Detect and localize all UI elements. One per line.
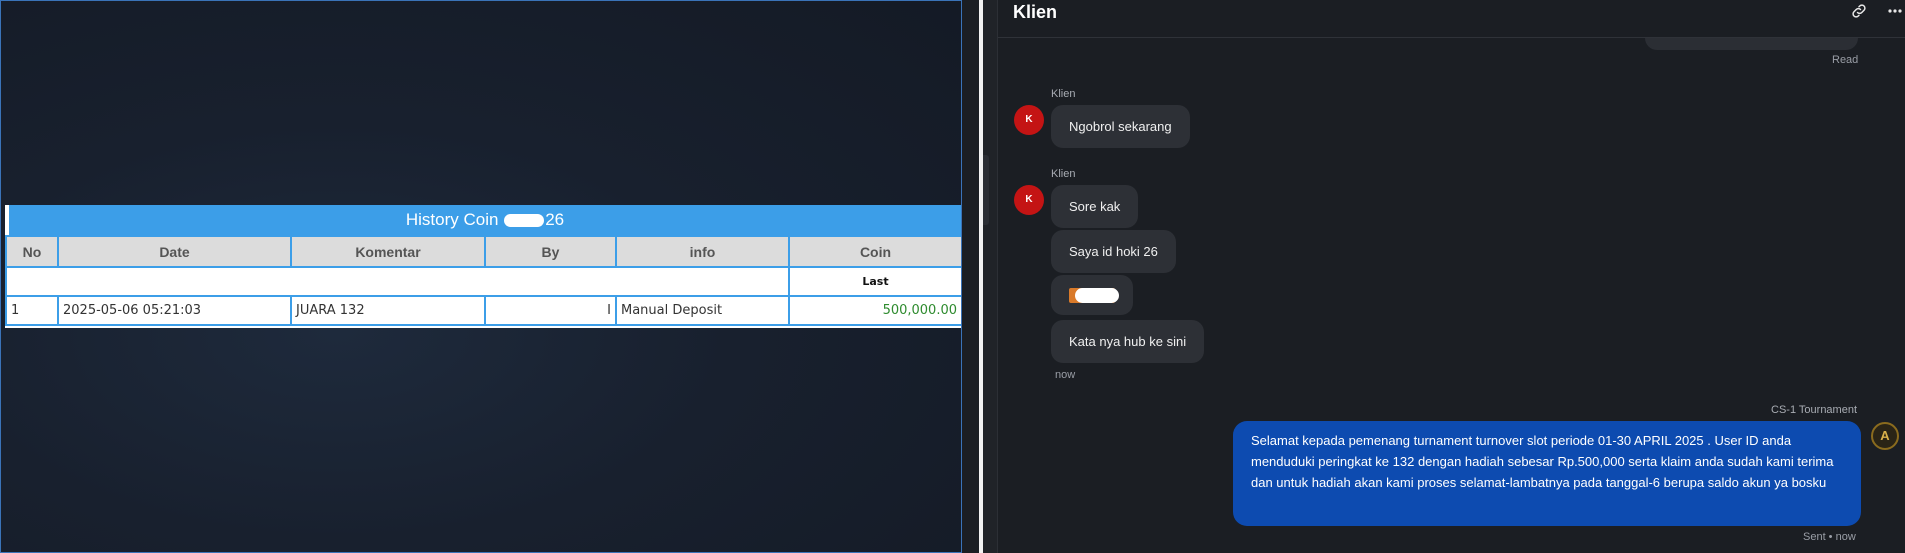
image-message-bubble[interactable] [1051,275,1133,315]
history-table-title: History Coin 26 [5,205,961,235]
chat-panel: Klien Read Klien K Ngobrol sekarang Klie… [998,0,1905,553]
table-header-row: No Date Komentar By info Coin [5,235,961,268]
column-header-by[interactable]: By [484,235,617,268]
cell-info: Manual Deposit [615,295,790,326]
history-table: No Date Komentar By info Coin Last 1 202… [5,235,961,326]
chat-title: Klien [1013,2,1058,22]
image-thumbnail[interactable] [1069,288,1119,303]
history-title-prefix: History Coin [405,210,499,229]
column-header-date[interactable]: Date [57,235,292,268]
message-bubble[interactable]: Saya id hoki 26 [1051,230,1176,273]
history-coin-table: History Coin 26 No Date Komentar By info… [5,205,961,328]
column-header-komentar[interactable]: Komentar [290,235,486,268]
chat-header: Klien [998,0,1905,38]
message-sender: Klien [1051,88,1076,100]
table-row[interactable]: 1 2025-05-06 05:21:03 JUARA 132 I Manual… [5,295,961,326]
message-sender: Klien [1051,168,1076,180]
read-receipt: Read [1832,54,1859,66]
subheader-row: Last [5,266,961,297]
cell-by: I [484,295,617,326]
subheader-empty [5,266,790,297]
more-icon[interactable] [1887,4,1903,18]
cell-komentar: JUARA 132 [290,295,486,326]
message-bubble[interactable]: Kata nya hub ke sini [1051,320,1205,363]
column-header-info[interactable]: info [615,235,790,268]
cell-date: 2025-05-06 05:21:03 [57,295,292,326]
cell-coin: 500,000.00 [788,295,961,326]
avatar[interactable]: K [1014,105,1044,135]
outgoing-status: Sent • now [1803,531,1856,543]
history-title-suffix: 26 [545,210,565,229]
subheader-last: Last [788,266,961,297]
cell-no: 1 [5,295,59,326]
message-bubble[interactable]: Ngobrol sekarang [1051,105,1190,148]
history-panel: History Coin 26 No Date Komentar By info… [0,0,962,553]
avatar[interactable]: K [1014,185,1044,215]
message-timestamp: now [1055,369,1076,381]
message-bubble[interactable]: Sore kak [1051,185,1139,228]
outgoing-sender: CS-1 Tournament [1771,404,1858,416]
agent-avatar[interactable]: A [1871,422,1899,450]
chat-gutter [983,0,998,553]
column-header-coin[interactable]: Coin [788,235,961,268]
link-icon[interactable] [1850,2,1868,20]
redacted-username [504,214,545,228]
gutter-handle[interactable] [983,155,989,225]
outgoing-message-bubble[interactable]: Selamat kepada pemenang turnament turnov… [1233,421,1861,526]
previous-message-bubble [1645,38,1858,50]
column-header-no[interactable]: No [5,235,59,268]
